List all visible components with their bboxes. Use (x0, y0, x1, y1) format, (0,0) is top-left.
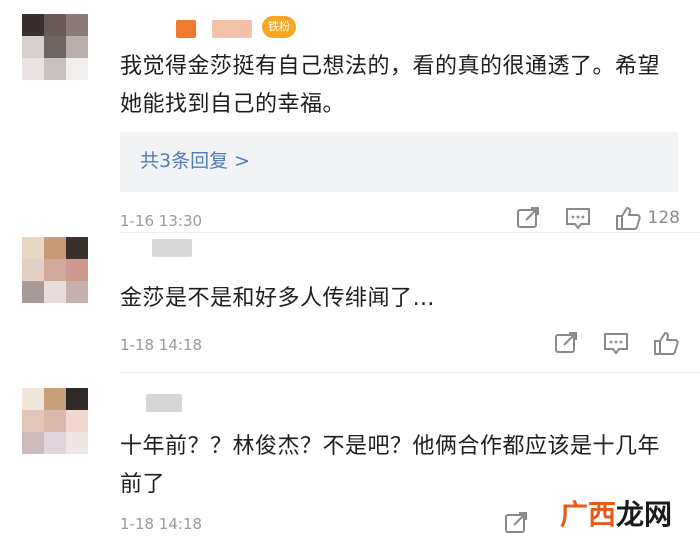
like-icon (654, 332, 679, 355)
divider (120, 232, 700, 233)
avatar[interactable] (22, 388, 88, 454)
comment-actions (502, 510, 530, 536)
comment-time: 1-18 14:18 (120, 336, 203, 354)
reply-button[interactable] (564, 205, 592, 231)
divider (120, 372, 700, 373)
reply-button[interactable] (602, 330, 630, 356)
watermark-part1: 广西 (559, 498, 616, 531)
watermark: 广西龙网 (560, 493, 672, 533)
comment-3: 十年前？？林俊杰？不是吧？他俩合作都应该是十几年前了 1-18 14:18 广西… (0, 386, 700, 541)
reply-box[interactable]: 共3条回复 > (120, 132, 678, 192)
username-blur (212, 20, 252, 38)
comment-text: 金莎是不是和好多人传绯闻了… (120, 286, 436, 311)
watermark-part2: 龙网 (615, 498, 672, 531)
fan-badge: 铁粉 (262, 16, 296, 38)
comment-time: 1-16 13:30 (120, 212, 203, 230)
comment-icon (604, 333, 628, 355)
comment-1: 铁粉 我觉得金莎挺有自己想法的，看的真的很通透了。希望她能找到自己的幸福。 共3… (0, 0, 700, 230)
comment-actions (552, 330, 680, 356)
username[interactable] (176, 20, 196, 38)
comment-icon (565, 208, 590, 230)
comment-time: 1-18 14:18 (120, 515, 203, 533)
share-icon (555, 332, 577, 353)
comment-text: 我觉得金莎挺有自己想法的，看的真的很通透了。希望她能找到自己的幸福。 (120, 54, 661, 117)
share-button[interactable] (502, 510, 530, 536)
comment-actions: 128 (514, 205, 680, 231)
avatar[interactable] (22, 237, 88, 303)
like-count: 128 (647, 208, 680, 228)
share-button[interactable] (514, 205, 542, 231)
like-button[interactable] (652, 330, 680, 356)
username-blur[interactable] (146, 394, 182, 412)
avatar[interactable] (22, 14, 88, 80)
like-icon (615, 207, 641, 230)
like-button[interactable]: 128 (614, 205, 680, 231)
share-icon (516, 207, 539, 228)
view-replies-link[interactable]: 共3条回复 > (140, 146, 250, 173)
share-button[interactable] (552, 330, 580, 356)
username-blur[interactable] (152, 239, 192, 257)
share-icon (505, 512, 527, 533)
comment-2: 金莎是不是和好多人传绯闻了… 1-18 14:18 (0, 235, 700, 375)
